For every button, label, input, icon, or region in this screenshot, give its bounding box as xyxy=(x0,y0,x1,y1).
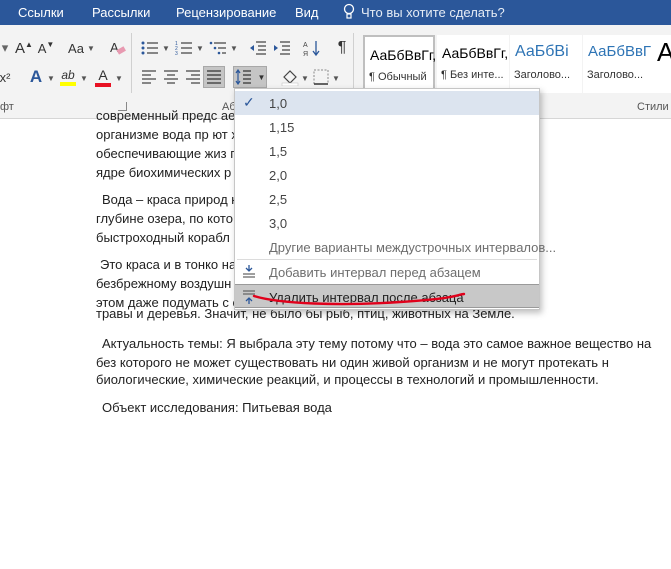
doc-line: Объект исследования: Питьевая вода xyxy=(102,400,332,415)
doc-line: без которого не может существовать ни од… xyxy=(96,355,609,370)
chevron-down-icon[interactable]: ▼ xyxy=(332,74,340,83)
line-spacing-option-1-0[interactable]: ✓ 1,0 xyxy=(235,91,539,115)
lightbulb-icon xyxy=(343,3,355,19)
style-heading-2[interactable]: АаБбВвГ Заголово... xyxy=(583,35,655,93)
ribbon-tab-bar: Ссылки Рассылки Рецензирование Вид Что в… xyxy=(0,0,671,25)
add-space-before-paragraph[interactable]: Добавить интервал перед абзацем xyxy=(235,260,539,284)
increase-indent-icon[interactable] xyxy=(272,38,292,58)
superscript-icon[interactable]: x² xyxy=(0,67,10,87)
align-right-icon[interactable] xyxy=(183,67,203,87)
style-name: ¶ Обычный xyxy=(369,71,427,83)
doc-line: биологические, химические реакций, и про… xyxy=(96,372,599,387)
change-case-button[interactable]: Aa xyxy=(66,38,86,58)
grow-font-icon[interactable]: A ▲ xyxy=(15,38,33,58)
svg-text:A: A xyxy=(110,40,119,55)
text-effects-icon[interactable]: A xyxy=(26,66,46,88)
pilcrow-icon[interactable]: ¶ xyxy=(332,37,352,59)
tell-me-search[interactable]: Что вы хотите сделать? xyxy=(361,5,505,20)
style-sample: АаБбВвГг, xyxy=(442,45,509,61)
line-spacing-more-options[interactable]: Другие варианты междустрочных интервалов… xyxy=(235,235,556,259)
option-label: Добавить интервал перед абзацем xyxy=(269,265,481,280)
numbering-icon[interactable]: 123 xyxy=(174,38,194,58)
checkmark-icon: ✓ xyxy=(243,94,255,110)
multilevel-list-icon[interactable] xyxy=(208,38,228,58)
chevron-down-icon[interactable]: ▼ xyxy=(115,74,123,83)
style-name: Заголово... xyxy=(587,69,644,81)
style-sample: АаБбВі xyxy=(515,43,569,60)
font-size-dropdown-icon[interactable]: ▾ xyxy=(0,38,10,58)
style-no-spacing[interactable]: АаБбВвГг, ¶ Без инте... xyxy=(437,35,509,93)
option-label: 2,0 xyxy=(269,168,288,183)
line-spacing-option-2-0[interactable]: 2,0 xyxy=(235,163,539,187)
clear-format-icon[interactable]: A xyxy=(108,37,128,59)
line-spacing-menu: ✓ 1,0 1,15 1,5 2,0 2,5 3,0 Другие вариан… xyxy=(234,88,556,310)
option-label: 2,5 xyxy=(269,192,288,207)
doc-line: Актуальность темы: Я выбрала эту тему по… xyxy=(102,336,652,351)
style-sample: АаБбВвГг, xyxy=(370,47,437,63)
styles-group-label: Стили xyxy=(637,101,669,113)
style-normal[interactable]: АаБбВвГг, ¶ Обычный xyxy=(363,35,437,93)
tab-references[interactable]: Ссылки xyxy=(18,5,64,20)
add-space-before-icon xyxy=(243,265,255,278)
line-spacing-option-3-0[interactable]: 3,0 xyxy=(235,211,539,235)
group-divider xyxy=(131,33,132,93)
line-spacing-option-2-5[interactable]: 2,5 xyxy=(235,187,539,211)
chevron-down-icon[interactable]: ▼ xyxy=(162,44,170,53)
tab-mailings[interactable]: Рассылки xyxy=(92,5,150,20)
tab-review[interactable]: Рецензирование xyxy=(176,5,276,20)
svg-text:Я: Я xyxy=(303,51,308,57)
chevron-down-icon[interactable]: ▼ xyxy=(230,44,238,53)
style-heading-1[interactable]: АаБбВі Заголово... xyxy=(510,35,582,93)
borders-icon[interactable] xyxy=(312,67,330,87)
svg-text:А: А xyxy=(303,42,308,49)
svg-text:3: 3 xyxy=(175,51,178,56)
highlight-color-icon[interactable]: ab xyxy=(59,65,77,89)
chevron-down-icon[interactable]: ▼ xyxy=(196,44,204,53)
group-divider xyxy=(353,33,354,93)
red-underline-annotation xyxy=(252,292,466,306)
option-label: 1,0 xyxy=(269,96,288,111)
option-label: 3,0 xyxy=(269,216,288,231)
style-title[interactable]: А xyxy=(655,35,671,93)
line-spacing-option-1-5[interactable]: 1,5 xyxy=(235,139,539,163)
font-color-icon[interactable]: A xyxy=(94,65,112,89)
option-label: Другие варианты междустрочных интервалов… xyxy=(269,240,557,255)
option-label: 1,5 xyxy=(269,144,288,159)
tab-view[interactable]: Вид xyxy=(295,5,319,20)
chevron-down-icon[interactable]: ▼ xyxy=(47,74,55,83)
align-center-icon[interactable] xyxy=(161,67,181,87)
doc-line: быстроходный корабл xyxy=(96,230,230,245)
line-spacing-option-1-15[interactable]: 1,15 xyxy=(235,115,539,139)
chevron-down-icon[interactable]: ▼ xyxy=(87,44,95,53)
justify-icon[interactable] xyxy=(203,66,225,88)
style-name: ¶ Без инте... xyxy=(441,69,504,81)
style-name: Заголово... xyxy=(514,69,571,81)
line-spacing-button[interactable]: ▼ xyxy=(233,66,267,88)
decrease-indent-icon[interactable] xyxy=(248,38,268,58)
align-left-icon[interactable] xyxy=(139,67,159,87)
style-sample: АаБбВвГ xyxy=(588,43,652,60)
chevron-down-icon[interactable]: ▼ xyxy=(80,74,88,83)
shading-icon[interactable] xyxy=(280,66,300,88)
chevron-down-icon[interactable]: ▼ xyxy=(301,74,309,83)
doc-line: ядре биохимических р xyxy=(96,165,232,180)
sort-icon[interactable]: АЯ xyxy=(302,37,322,59)
font-group-label: фт xyxy=(0,101,14,113)
option-label: 1,15 xyxy=(269,120,295,135)
bullets-icon[interactable] xyxy=(140,38,160,58)
style-sample: А xyxy=(657,37,671,67)
shrink-font-icon[interactable]: A ▼ xyxy=(38,38,55,58)
